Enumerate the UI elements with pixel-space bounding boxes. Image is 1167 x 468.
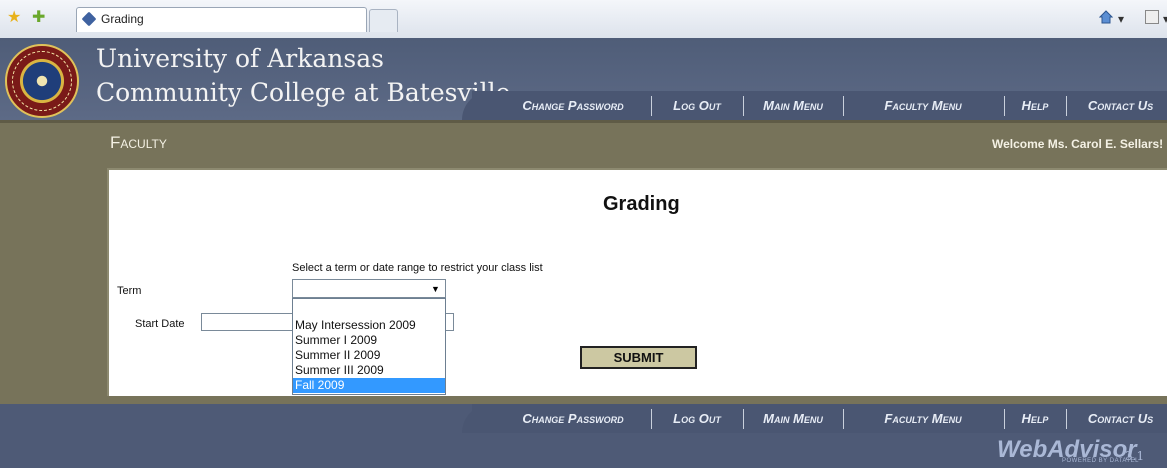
home-icon[interactable] xyxy=(1099,10,1113,24)
nav-separator xyxy=(1066,409,1067,429)
favorites-star-icon[interactable]: ★ xyxy=(7,10,21,26)
nav-separator xyxy=(1004,96,1005,116)
new-tab-button[interactable] xyxy=(369,9,398,32)
home-dropdown[interactable]: ▾ xyxy=(1118,12,1124,26)
instructions-text: Select a term or date range to restrict … xyxy=(292,262,543,274)
footer-nav-help[interactable]: Help xyxy=(1012,409,1058,429)
footer-nav-change-password[interactable]: Change Password xyxy=(503,409,643,429)
chevron-down-icon[interactable]: ▼ xyxy=(431,284,440,294)
welcome-message: Welcome Ms. Carol E. Sellars! xyxy=(992,137,1164,151)
term-select[interactable]: ▼ xyxy=(292,279,446,298)
term-label: Term xyxy=(117,285,142,297)
submit-button[interactable]: SUBMIT xyxy=(580,346,697,369)
nav-separator xyxy=(1066,96,1067,116)
feeds-dropdown[interactable]: ▾ xyxy=(1163,12,1167,26)
seal-ring xyxy=(12,51,72,111)
nav-separator xyxy=(843,96,844,116)
college-name-line1: University of Arkansas xyxy=(96,44,384,73)
nav-separator xyxy=(651,96,652,116)
add-favorites-icon[interactable]: ✚ xyxy=(32,10,45,26)
start-date-label: Start Date xyxy=(135,318,185,330)
left-gutter xyxy=(0,168,107,404)
footer-nav-faculty-menu[interactable]: Faculty Menu xyxy=(865,409,981,429)
footer-nav-contact-us[interactable]: Contact Us xyxy=(1074,409,1167,429)
site-favicon-icon xyxy=(81,11,97,27)
nav-separator xyxy=(843,409,844,429)
tab-title: Grading xyxy=(101,12,144,26)
nav-main-menu[interactable]: Main Menu xyxy=(750,96,836,116)
nav-change-password[interactable]: Change Password xyxy=(503,96,643,116)
section-title: Faculty xyxy=(110,133,167,152)
term-option-fall-2009[interactable]: Fall 2009 xyxy=(293,378,445,393)
term-option-summer-ii-2009[interactable]: Summer II 2009 xyxy=(295,348,443,363)
nav-separator xyxy=(651,409,652,429)
nav-separator xyxy=(1004,409,1005,429)
term-dropdown-list[interactable]: May Intersession 2009 Summer I 2009 Summ… xyxy=(292,298,446,395)
nav-help[interactable]: Help xyxy=(1012,96,1058,116)
powered-by-text: POWERED BY DATATEL xyxy=(1062,458,1139,464)
footer-nav-log-out[interactable]: Log Out xyxy=(659,409,735,429)
college-name-line2: Community College at Batesville xyxy=(96,78,511,107)
page-title: Grading xyxy=(603,193,680,215)
nav-separator xyxy=(743,409,744,429)
term-option-may-intersession-2009[interactable]: May Intersession 2009 xyxy=(295,318,443,333)
tab-grading[interactable]: Grading xyxy=(76,7,367,32)
footer-nav-main-menu[interactable]: Main Menu xyxy=(750,409,836,429)
term-option-blank[interactable] xyxy=(295,300,443,315)
feeds-icon[interactable] xyxy=(1145,10,1159,24)
content-bottom-rule xyxy=(107,396,1167,404)
term-option-summer-iii-2009[interactable]: Summer III 2009 xyxy=(295,363,443,378)
band-top-rule xyxy=(0,120,1167,123)
nav-faculty-menu[interactable]: Faculty Menu xyxy=(865,96,981,116)
term-option-summer-i-2009[interactable]: Summer I 2009 xyxy=(295,333,443,348)
nav-separator xyxy=(743,96,744,116)
nav-log-out[interactable]: Log Out xyxy=(659,96,735,116)
nav-contact-us[interactable]: Contact Us xyxy=(1074,96,1167,116)
